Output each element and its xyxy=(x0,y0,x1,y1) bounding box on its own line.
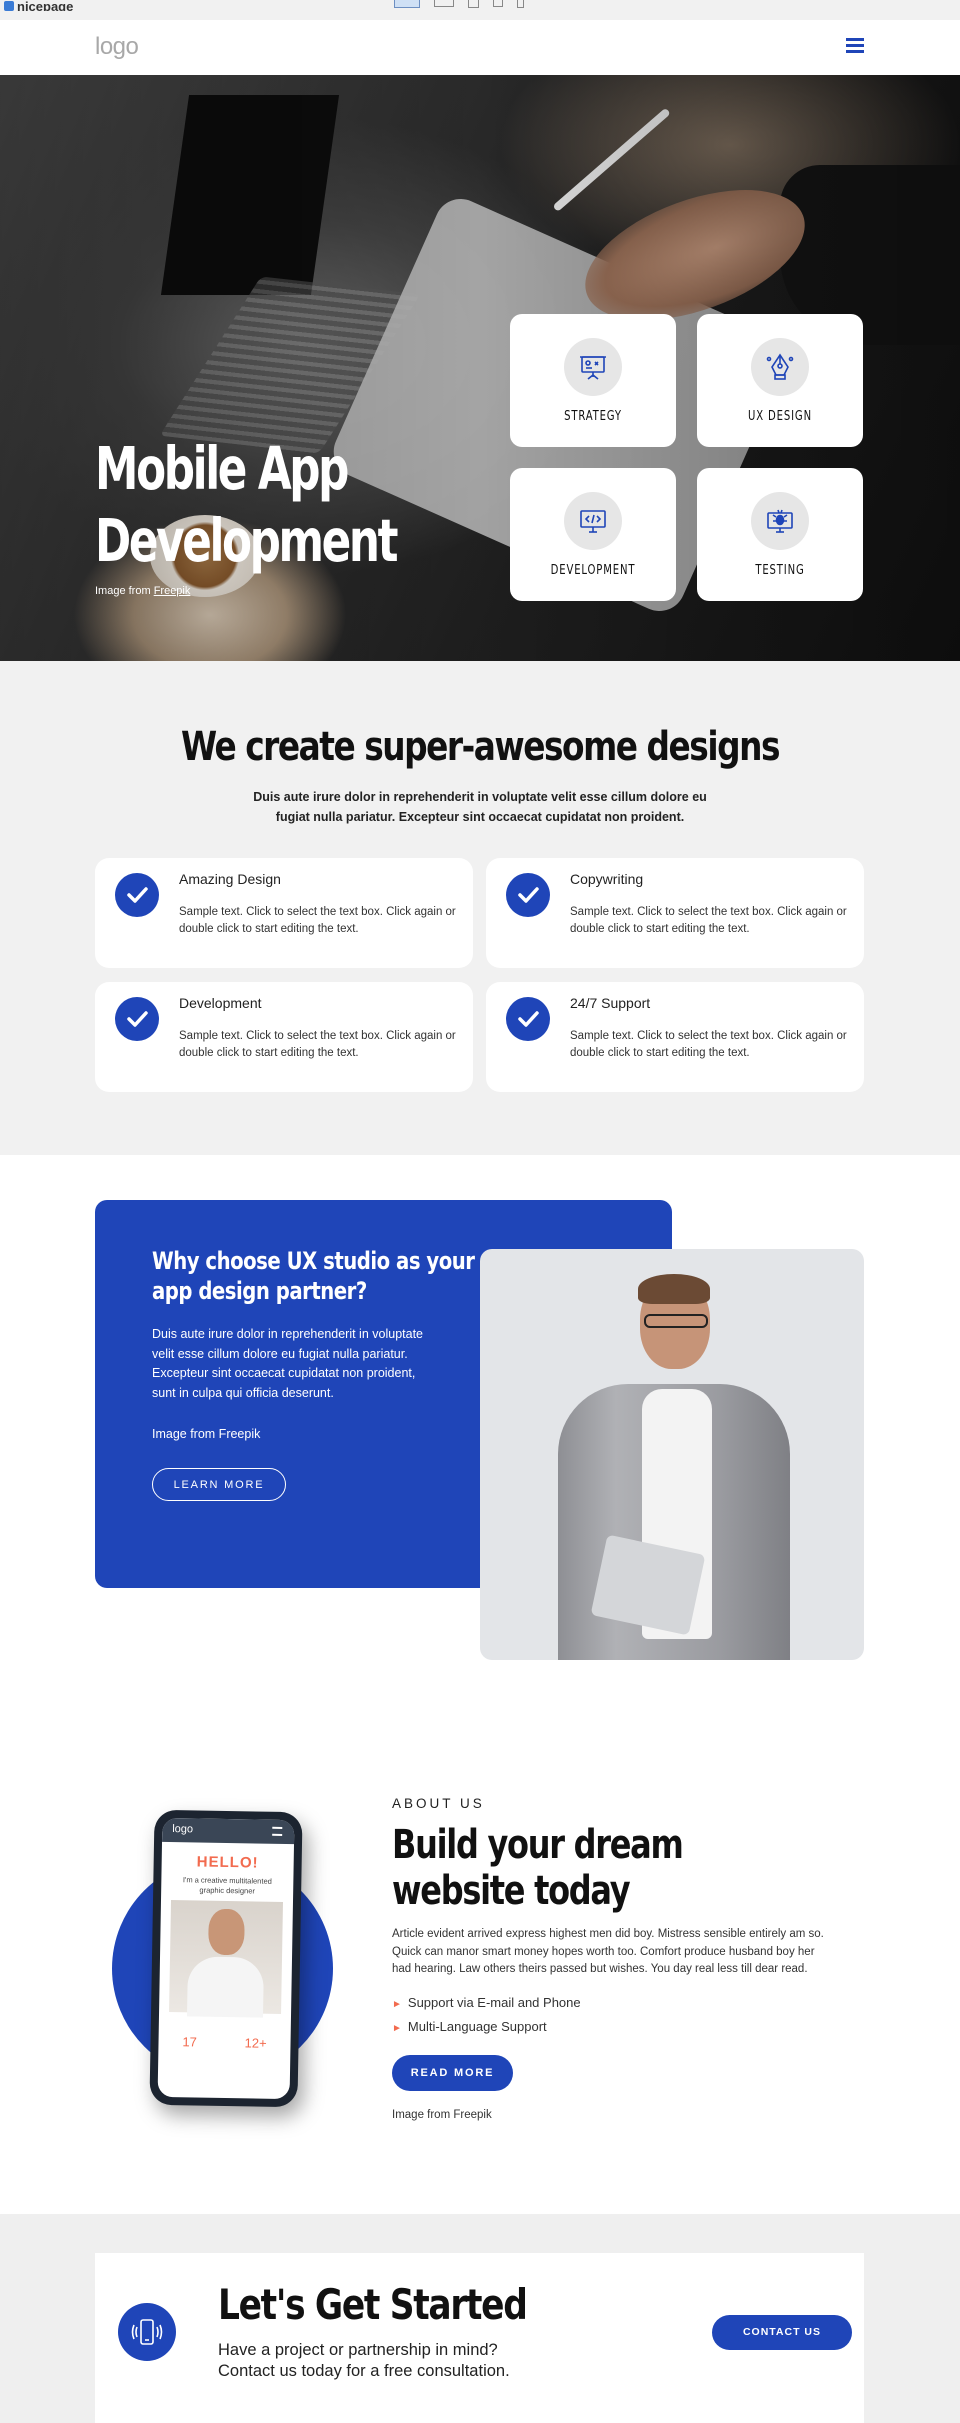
bug-monitor-icon xyxy=(751,492,809,550)
device-switcher xyxy=(394,0,524,8)
phone-menu-icon xyxy=(272,1826,283,1836)
check-icon xyxy=(506,873,550,917)
feature-card-amazing-design: Amazing Design Sample text. Click to sel… xyxy=(95,858,473,968)
about-title-line1: Build your dream xyxy=(392,1822,684,1868)
phone-subtitle: I'm a creative multitalented graphic des… xyxy=(182,1875,272,1896)
about-section: logo HELLO! I'm a creative multitalented… xyxy=(0,1718,960,2214)
why-title-line1: Why choose UX studio as your xyxy=(152,1247,475,1275)
phone-landscape-icon[interactable] xyxy=(493,0,503,7)
check-icon xyxy=(115,997,159,1041)
phone-mockup-image: logo HELLO! I'm a creative multitalented… xyxy=(149,1809,303,2108)
desktop-icon[interactable] xyxy=(394,0,420,8)
triangle-arrow-icon: ► xyxy=(392,2023,402,2034)
laptop-icon[interactable] xyxy=(434,0,454,7)
cta-text: Have a project or partnership in mind? C… xyxy=(218,2340,578,2382)
editor-brand-name: nicepage xyxy=(17,1,74,11)
brand-logo-icon xyxy=(4,1,14,11)
why-choose-section: Why choose UX studio as your app design … xyxy=(0,1155,960,1718)
learn-more-button[interactable]: LEARN MORE xyxy=(152,1468,286,1501)
hero-title-line1: Mobile App xyxy=(95,434,349,503)
about-image-credit: Image from Freepik xyxy=(392,2109,492,2121)
phone-stats: 17 12+ xyxy=(158,2034,290,2051)
contact-us-button[interactable]: CONTACT US xyxy=(712,2315,852,2350)
list-item: ► Support via E-mail and Phone xyxy=(392,1995,581,2010)
why-choose-title: Why choose UX studio as your app design … xyxy=(152,1246,475,1306)
card-testing-label: TESTING xyxy=(755,563,805,578)
feature-text: Sample text. Click to select the text bo… xyxy=(570,906,847,935)
feature-title: Development xyxy=(179,995,262,1011)
feature-title: Copywriting xyxy=(570,871,644,887)
list-item: ► Multi-Language Support xyxy=(392,2019,547,2034)
phone-hello: HELLO! xyxy=(196,1853,259,1872)
triangle-arrow-icon: ► xyxy=(392,1999,402,2010)
site-header: logo xyxy=(0,20,960,75)
feature-text: Sample text. Click to select the text bo… xyxy=(179,1030,456,1059)
card-strategy-label: STRATEGY xyxy=(564,409,622,424)
about-kicker: ABOUT US xyxy=(392,1796,485,1811)
why-title-line2: app design partner? xyxy=(152,1277,367,1305)
read-more-button[interactable]: READ MORE xyxy=(392,2055,513,2091)
hero-section: Mobile App Development Image from Freepi… xyxy=(0,75,960,661)
feature-title: 24/7 Support xyxy=(570,995,651,1011)
phone-stat-1: 17 xyxy=(182,2034,197,2050)
features-title: We create super-awesome designs xyxy=(180,724,781,770)
cta-text-line2: Contact us today for a free consultation… xyxy=(218,2362,510,2380)
about-title: Build your dream website today xyxy=(392,1822,684,1914)
card-testing[interactable]: TESTING xyxy=(697,468,863,601)
card-strategy[interactable]: STRATEGY xyxy=(510,314,676,447)
about-title-line2: website today xyxy=(392,1868,631,1914)
editor-brand: nicepage xyxy=(4,1,73,11)
feature-text: Sample text. Click to select the text bo… xyxy=(179,906,456,935)
check-icon xyxy=(506,997,550,1041)
check-icon xyxy=(115,873,159,917)
why-image-credit: Image from Freepik xyxy=(152,1427,261,1441)
card-development[interactable]: DEVELOPMENT xyxy=(510,468,676,601)
about-list: ► Support via E-mail and Phone ► Multi-Lan… xyxy=(392,1992,581,2040)
hero-title-line2: Development xyxy=(95,506,399,575)
phone-icon[interactable] xyxy=(517,0,524,8)
man-with-laptop-photo xyxy=(480,1249,864,1660)
hamburger-menu-icon[interactable] xyxy=(846,38,864,56)
card-ux-design[interactable]: UX DESIGN xyxy=(697,314,863,447)
card-ux-design-label: UX DESIGN xyxy=(748,409,812,424)
feature-card-support: 24/7 Support Sample text. Click to selec… xyxy=(486,982,864,1092)
phone-vibrate-icon xyxy=(118,2303,176,2361)
cta-text-line1: Have a project or partnership in mind? xyxy=(218,2341,498,2359)
tablet-icon[interactable] xyxy=(468,0,479,8)
cta-card: Let's Get Started Have a project or part… xyxy=(95,2253,864,2423)
feature-card-copywriting: Copywriting Sample text. Click to select… xyxy=(486,858,864,968)
feature-text: Sample text. Click to select the text bo… xyxy=(570,1030,847,1059)
about-text: Article evident arrived express highest … xyxy=(392,1928,824,1975)
cta-title: Let's Get Started xyxy=(218,2280,528,2329)
pen-tool-icon xyxy=(751,338,809,396)
cta-section: Let's Get Started Have a project or part… xyxy=(0,2214,960,2423)
phone-portrait xyxy=(169,1900,283,2018)
site-logo[interactable]: logo xyxy=(95,33,139,61)
hero-image-credit: Image from Freepik xyxy=(95,585,190,597)
feature-title: Amazing Design xyxy=(179,871,281,887)
phone-stat-2: 12+ xyxy=(244,2035,267,2051)
editor-toolbar: nicepage xyxy=(0,0,960,20)
why-choose-text: Duis aute irure dolor in reprehenderit i… xyxy=(152,1327,423,1400)
hero-credit-link[interactable]: Freepik xyxy=(154,585,191,597)
hero-credit-prefix: Image from xyxy=(95,585,154,597)
features-section: We create super-awesome designs Duis aut… xyxy=(0,661,960,1155)
phone-logo: logo xyxy=(172,1823,194,1836)
features-subtitle: Duis aute irure dolor in reprehenderit i… xyxy=(253,790,707,824)
code-monitor-icon xyxy=(564,492,622,550)
strategy-board-icon xyxy=(564,338,622,396)
hero-title: Mobile App Development xyxy=(95,433,406,577)
card-development-label: DEVELOPMENT xyxy=(550,563,636,578)
feature-card-development: Development Sample text. Click to select… xyxy=(95,982,473,1092)
